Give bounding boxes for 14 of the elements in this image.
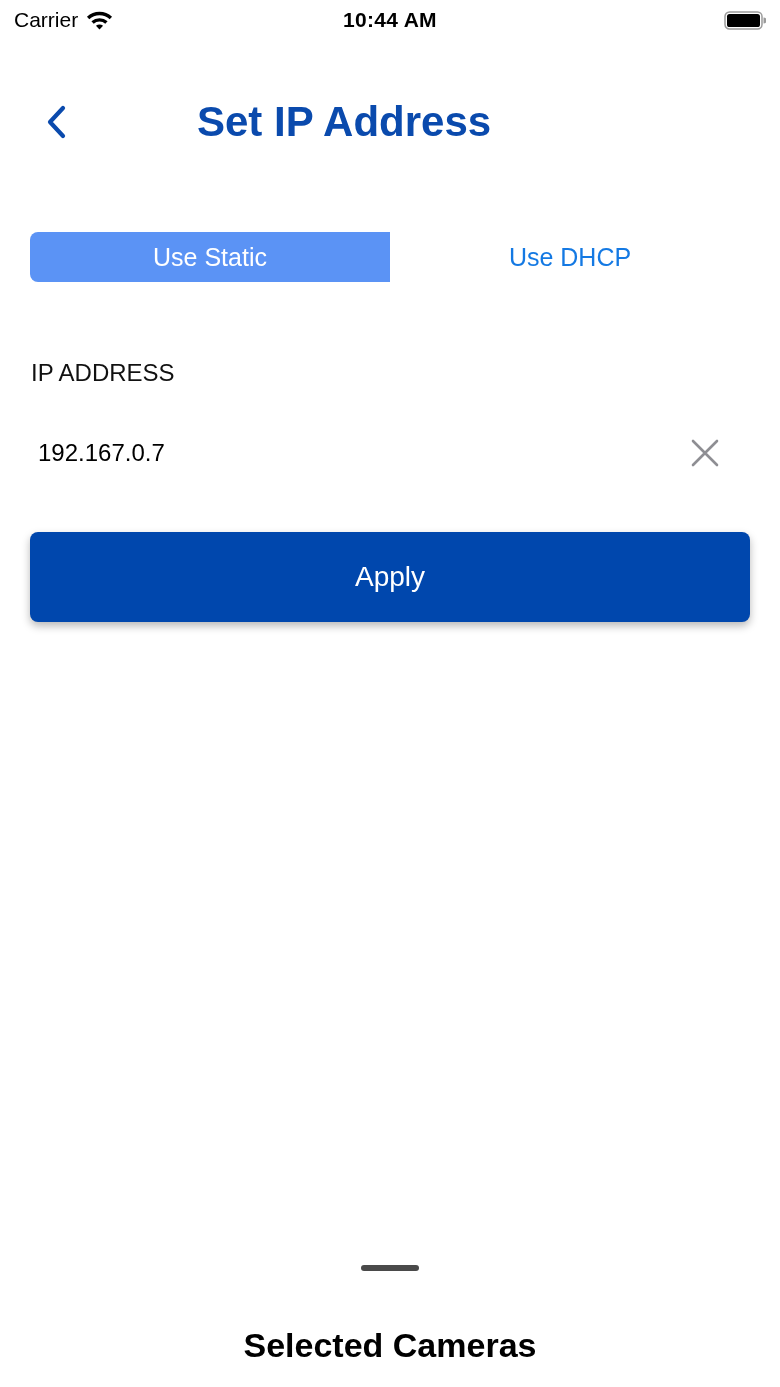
mode-tab[interactable]: Use DHCP	[390, 232, 750, 282]
wifi-icon	[86, 10, 114, 30]
ip-address-field[interactable]: 192.167.0.7	[30, 425, 679, 481]
drag-handle[interactable]	[361, 1265, 419, 1271]
clear-button[interactable]	[691, 439, 719, 467]
carrier-name: Carrier	[14, 8, 79, 32]
clear-icon	[691, 439, 719, 467]
back-chevron-icon	[47, 105, 66, 139]
battery-icon	[724, 10, 766, 30]
field-label: IP ADDRESS	[31, 358, 175, 388]
apply-button[interactable]: Apply	[30, 532, 750, 622]
status-time: 10:44 AM	[343, 8, 437, 32]
page-title: Set IP Address	[197, 97, 492, 147]
sheet-title: Selected Cameras	[243, 1325, 537, 1366]
